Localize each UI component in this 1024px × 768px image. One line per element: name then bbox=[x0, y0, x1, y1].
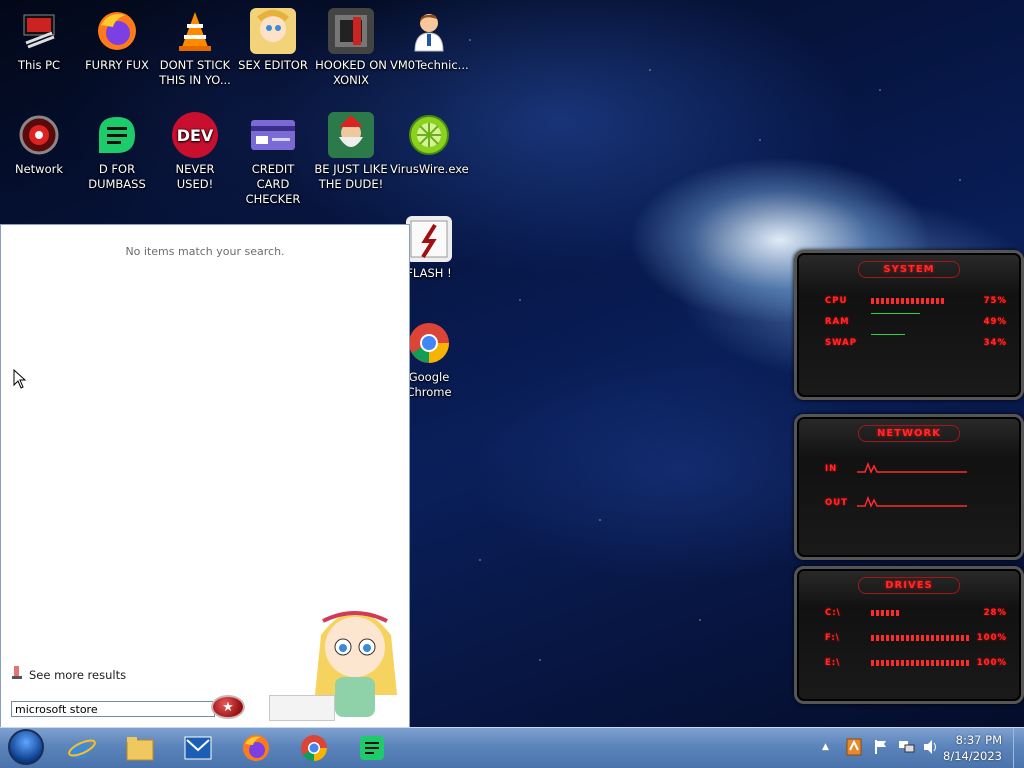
taskbar: e ▲ 8:37 PM 8/14/2023 bbox=[0, 727, 1024, 768]
drive-f-row: F:\ 100% bbox=[825, 633, 1007, 643]
icon-label: VirusWire.exe bbox=[390, 162, 469, 176]
internet-explorer-icon[interactable]: e bbox=[66, 732, 98, 764]
icon-label: VM0Technic... bbox=[390, 58, 469, 72]
icon-label: DONT STICK THIS IN YO... bbox=[159, 58, 231, 87]
gadget-title: NETWORK bbox=[858, 425, 960, 442]
network-orb-icon bbox=[16, 112, 62, 158]
file-explorer-icon[interactable] bbox=[124, 732, 156, 764]
drive-f-bar bbox=[871, 635, 971, 641]
chrome-icon[interactable] bbox=[298, 732, 330, 764]
clock-time: 8:37 PM bbox=[955, 733, 1002, 747]
desktop-icon-credit-card-checker[interactable]: CREDIT CARD CHECKER bbox=[234, 112, 312, 207]
ram-bar bbox=[871, 313, 920, 314]
drive-c-bar bbox=[871, 610, 899, 616]
cartoon-girl-icon bbox=[250, 8, 296, 54]
credit-card-icon bbox=[250, 112, 296, 158]
cpu-bar bbox=[871, 298, 946, 304]
firefox-icon[interactable] bbox=[240, 732, 272, 764]
desktop-icon-this-pc[interactable]: This PC bbox=[0, 8, 78, 73]
start-search-input[interactable] bbox=[11, 701, 215, 717]
show-desktop-button[interactable] bbox=[1013, 728, 1024, 768]
dev-cpp-icon: DEV bbox=[172, 112, 218, 158]
chrome-icon bbox=[406, 320, 452, 366]
desktop-icon-network[interactable]: Network bbox=[0, 112, 78, 177]
gadget-title: DRIVES bbox=[858, 577, 960, 594]
show-hidden-icons-button[interactable]: ▲ bbox=[822, 742, 829, 752]
system-gadget[interactable]: SYSTEM CPU 75% RAM 49% SWAP 34% bbox=[794, 250, 1024, 400]
drive-e-row: E:\ 100% bbox=[825, 658, 1007, 668]
drives-gadget[interactable]: DRIVES C:\ 28% F:\ 100% E:\ 100% bbox=[794, 566, 1024, 704]
drive-e-bar bbox=[871, 660, 971, 666]
santa-dude-icon bbox=[328, 112, 374, 158]
icon-label: SEX EDITOR bbox=[238, 58, 308, 72]
icon-label: HOOKED ON XONIX bbox=[315, 58, 387, 87]
desktop-icon-viruswire[interactable]: VirusWire.exe bbox=[390, 112, 469, 177]
doctor-icon bbox=[406, 8, 452, 54]
tray-app-icon[interactable] bbox=[846, 738, 862, 759]
network-in-row: IN bbox=[797, 460, 1021, 494]
desktop-icon-hooked-on-xonix[interactable]: HOOKED ON XONIX bbox=[312, 8, 390, 88]
icon-label: CREDIT CARD CHECKER bbox=[245, 162, 301, 206]
vlc-cone-icon bbox=[172, 8, 218, 54]
icon-label: BE JUST LIKE THE DUDE! bbox=[314, 162, 388, 191]
mail-icon[interactable] bbox=[182, 732, 214, 764]
search-star-button[interactable]: ★ bbox=[211, 695, 245, 719]
firefox-icon bbox=[94, 8, 140, 54]
desktop-icon-dont-stick[interactable]: DONT STICK THIS IN YO... bbox=[156, 8, 234, 88]
computer-icon bbox=[16, 8, 62, 54]
network-gadget[interactable]: NETWORK IN OUT bbox=[794, 414, 1024, 560]
cpu-row: CPU 75% bbox=[825, 296, 1007, 306]
flash-card-icon bbox=[406, 216, 452, 262]
notes-icon[interactable] bbox=[356, 732, 388, 764]
network-status-icon[interactable] bbox=[898, 739, 916, 758]
green-notes-icon bbox=[94, 112, 140, 158]
start-button[interactable] bbox=[8, 729, 44, 765]
cartoon-girl-sticker bbox=[301, 595, 409, 728]
start-menu[interactable]: No items match your search. See more res… bbox=[0, 224, 410, 729]
no-results-message: No items match your search. bbox=[125, 245, 285, 258]
gadget-title: SYSTEM bbox=[858, 261, 960, 278]
taskbar-clock[interactable]: 8:37 PM 8/14/2023 bbox=[943, 732, 1002, 764]
desktop-icon-furry-fux[interactable]: FURRY FUX bbox=[78, 8, 156, 73]
desktop-icon-sex-editor[interactable]: SEX EDITOR bbox=[234, 8, 312, 73]
limewire-icon bbox=[406, 112, 452, 158]
desktop-icon-be-just-like-the-dude[interactable]: BE JUST LIKE THE DUDE! bbox=[312, 112, 390, 192]
swap-bar bbox=[871, 334, 905, 335]
network-out-graph bbox=[857, 495, 967, 508]
search-result-icon bbox=[11, 666, 23, 683]
desktop-icon-d-for-dumbass[interactable]: D FOR DUMBASS bbox=[78, 112, 156, 192]
see-more-results-link[interactable]: See more results bbox=[11, 666, 126, 683]
desktop-icon-vm0technic[interactable]: VM0Technic... bbox=[390, 8, 469, 73]
action-center-flag-icon[interactable] bbox=[874, 739, 888, 758]
icon-label: NEVER USED! bbox=[175, 162, 215, 191]
volume-icon[interactable] bbox=[922, 739, 940, 758]
icon-label: D FOR DUMBASS bbox=[88, 162, 146, 191]
clock-date: 8/14/2023 bbox=[943, 749, 1002, 763]
swap-row: SWAP 34% bbox=[797, 334, 1021, 355]
icon-label: FURRY FUX bbox=[85, 58, 149, 72]
drive-c-row: C:\ 28% bbox=[825, 608, 1007, 618]
mouse-cursor-icon bbox=[13, 368, 27, 392]
ram-row: RAM 49% bbox=[797, 313, 1021, 334]
icon-label: This PC bbox=[17, 58, 61, 72]
xonix-game-icon bbox=[328, 8, 374, 54]
desktop-icon-never-used[interactable]: DEV NEVER USED! bbox=[156, 112, 234, 192]
network-out-row: OUT bbox=[797, 494, 1021, 515]
network-in-graph bbox=[857, 461, 967, 474]
icon-label: Network bbox=[14, 162, 64, 176]
